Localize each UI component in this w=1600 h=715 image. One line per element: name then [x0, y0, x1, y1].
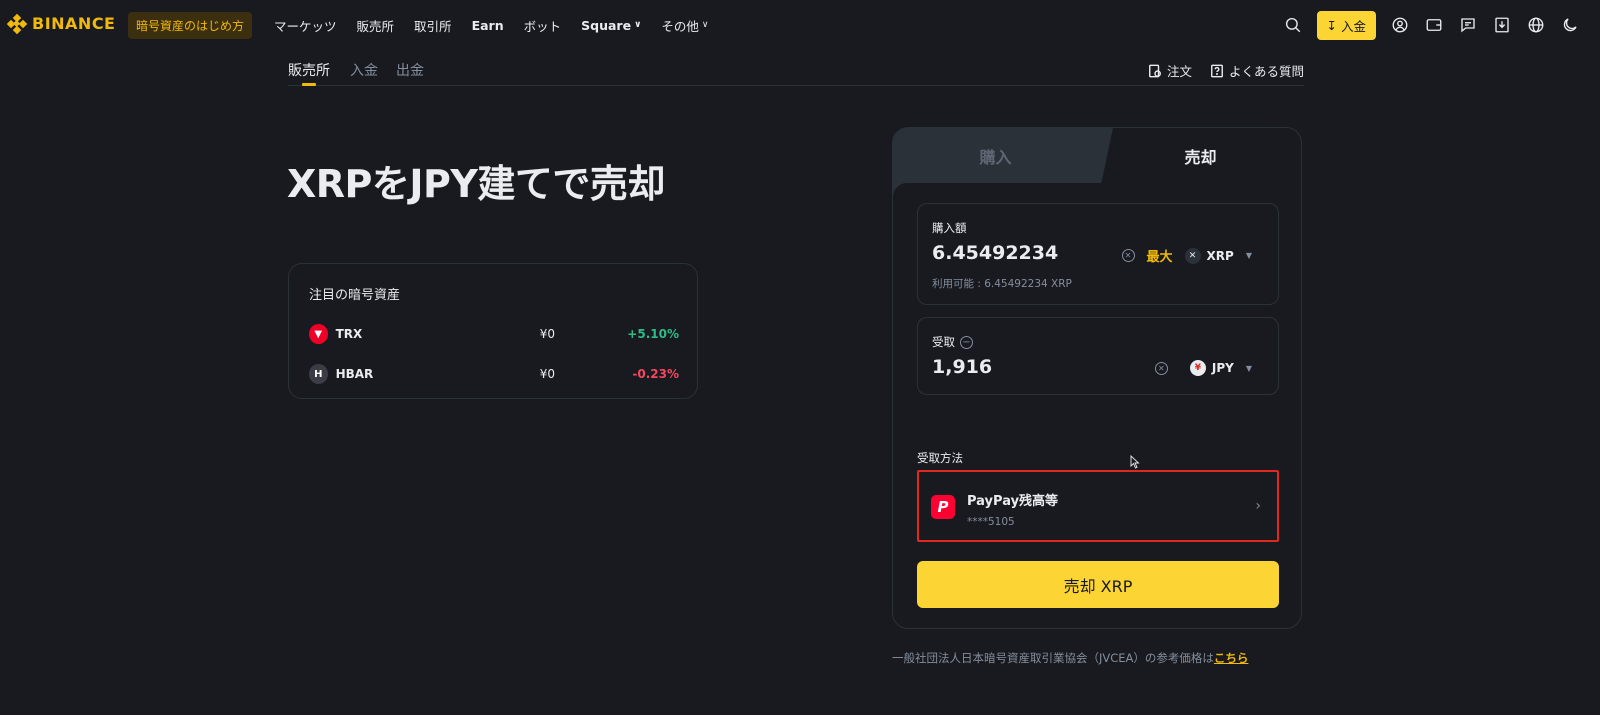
sell-amount-field[interactable]: 購入額 6.45492234 利用可能 : 6.45492234 XRP ✕ 最… — [917, 203, 1279, 305]
dark-mode-icon[interactable] — [1560, 15, 1580, 35]
max-button[interactable]: 最大 — [1147, 246, 1173, 265]
active-tab-indicator — [302, 83, 316, 86]
nav-bots[interactable]: ボット — [524, 16, 562, 35]
hbar-icon: H — [309, 364, 328, 384]
binance-logo[interactable]: BINANCE — [6, 13, 116, 34]
messages-icon[interactable] — [1458, 15, 1478, 35]
currency-select-xrp[interactable]: ✕ XRP ▼ — [1184, 247, 1252, 264]
page-title: XRPをJPY建てで売却 — [287, 162, 665, 206]
clear-icon[interactable]: ✕ — [1121, 249, 1135, 262]
search-icon[interactable] — [1283, 15, 1303, 35]
brand-name: BINANCE — [32, 14, 116, 33]
reference-price-note: 一般社団法人日本暗号資産取引業協会（JVCEA）の参考価格はこちら — [892, 651, 1249, 665]
nav-markets[interactable]: マーケッツ — [274, 16, 337, 35]
currency-select-jpy[interactable]: ¥ JPY ▼ — [1189, 360, 1252, 376]
download-icon: ↧ — [1326, 17, 1337, 33]
paypay-icon: P — [931, 495, 955, 519]
help-icon — [1211, 64, 1223, 77]
main-nav: 暗号資産のはじめ方 マーケッツ 販売所 取引所 Earn ボット Square ∨… — [128, 11, 728, 39]
tab-sell[interactable]: 売却 — [1098, 128, 1301, 183]
mouse-cursor-icon — [1130, 455, 1140, 469]
available-balance: 利用可能 : 6.45492234 XRP — [932, 278, 1072, 290]
nav-exchange[interactable]: 取引所 — [414, 16, 452, 35]
globe-icon[interactable] — [1526, 15, 1546, 35]
reference-link[interactable]: こちら — [1214, 651, 1249, 665]
nav-actions: ↧ 入金 — [1283, 10, 1581, 40]
nav-earn[interactable]: Earn — [472, 18, 504, 33]
nav-square[interactable]: Square ∨ — [581, 18, 641, 33]
chevron-down-icon: ∨ — [634, 20, 642, 30]
receive-label: 受取 — [932, 335, 955, 349]
sell-submit-button[interactable]: 売却 XRP — [917, 561, 1279, 608]
jpy-icon: ¥ — [1189, 360, 1206, 376]
deposit-button[interactable]: ↧ 入金 — [1316, 10, 1376, 40]
receive-method-selector[interactable]: P PayPay残高等 ****5105 › — [917, 470, 1279, 542]
nav-getting-started[interactable]: 暗号資産のはじめ方 — [128, 11, 253, 39]
amount-label: 購入額 — [932, 221, 967, 235]
nav-more[interactable]: その他 ∨ — [661, 16, 708, 35]
trending-coins-card: 注目の暗号資産 ▼ TRX ¥0 +5.10% H HBAR ¥0 -0.23% — [288, 263, 698, 399]
receive-input[interactable]: 1,916 — [932, 356, 992, 378]
sub-tab-actions: 注文 よくある質問 — [1148, 61, 1304, 80]
coin-row[interactable]: H HBAR ¥0 -0.23% — [309, 363, 679, 385]
trending-title: 注目の暗号資産 — [309, 288, 401, 303]
wallet-icon[interactable] — [1424, 15, 1444, 35]
clear-icon[interactable]: ✕ — [1154, 361, 1168, 375]
top-navbar: BINANCE 暗号資産のはじめ方 マーケッツ 販売所 取引所 Earn ボット… — [0, 0, 1600, 50]
sub-tabs: 販売所 入金 出金 注文 よくある質問 — [288, 58, 1304, 86]
caret-down-icon: ▼ — [1245, 251, 1252, 260]
caret-down-icon: ▼ — [1245, 363, 1252, 373]
tab-buy[interactable]: 購入 — [893, 128, 1098, 183]
tab-withdraw[interactable]: 出金 — [396, 60, 424, 80]
order-icon — [1149, 64, 1161, 77]
receive-amount-field[interactable]: 受取 − 1,916 ✕ ¥ JPY ▼ — [917, 317, 1279, 395]
amount-input[interactable]: 6.45492234 — [932, 242, 1058, 264]
receive-method-label: 受取方法 — [917, 451, 963, 465]
faq-link[interactable]: よくある質問 — [1210, 61, 1304, 80]
coin-row[interactable]: ▼ TRX ¥0 +5.10% — [309, 323, 679, 345]
chevron-right-icon: › — [1255, 498, 1261, 514]
xrp-icon: ✕ — [1184, 247, 1201, 264]
minus-circle-icon[interactable]: − — [960, 335, 973, 349]
binance-logo-icon — [6, 13, 28, 34]
tab-deposit[interactable]: 入金 — [350, 60, 378, 80]
method-account: ****5105 — [967, 516, 1015, 528]
chevron-down-icon: ∨ — [701, 20, 709, 30]
nav-sales-office[interactable]: 販売所 — [357, 16, 395, 35]
trade-panel: 購入 売却 購入額 6.45492234 利用可能 : 6.45492234 X… — [892, 127, 1302, 629]
tron-icon: ▼ — [309, 324, 328, 344]
download-app-icon[interactable] — [1492, 15, 1512, 35]
user-icon[interactable] — [1390, 15, 1410, 35]
method-name: PayPay残高等 — [967, 494, 1059, 509]
orders-link[interactable]: 注文 — [1148, 61, 1192, 80]
tab-sales-office[interactable]: 販売所 — [288, 60, 330, 80]
